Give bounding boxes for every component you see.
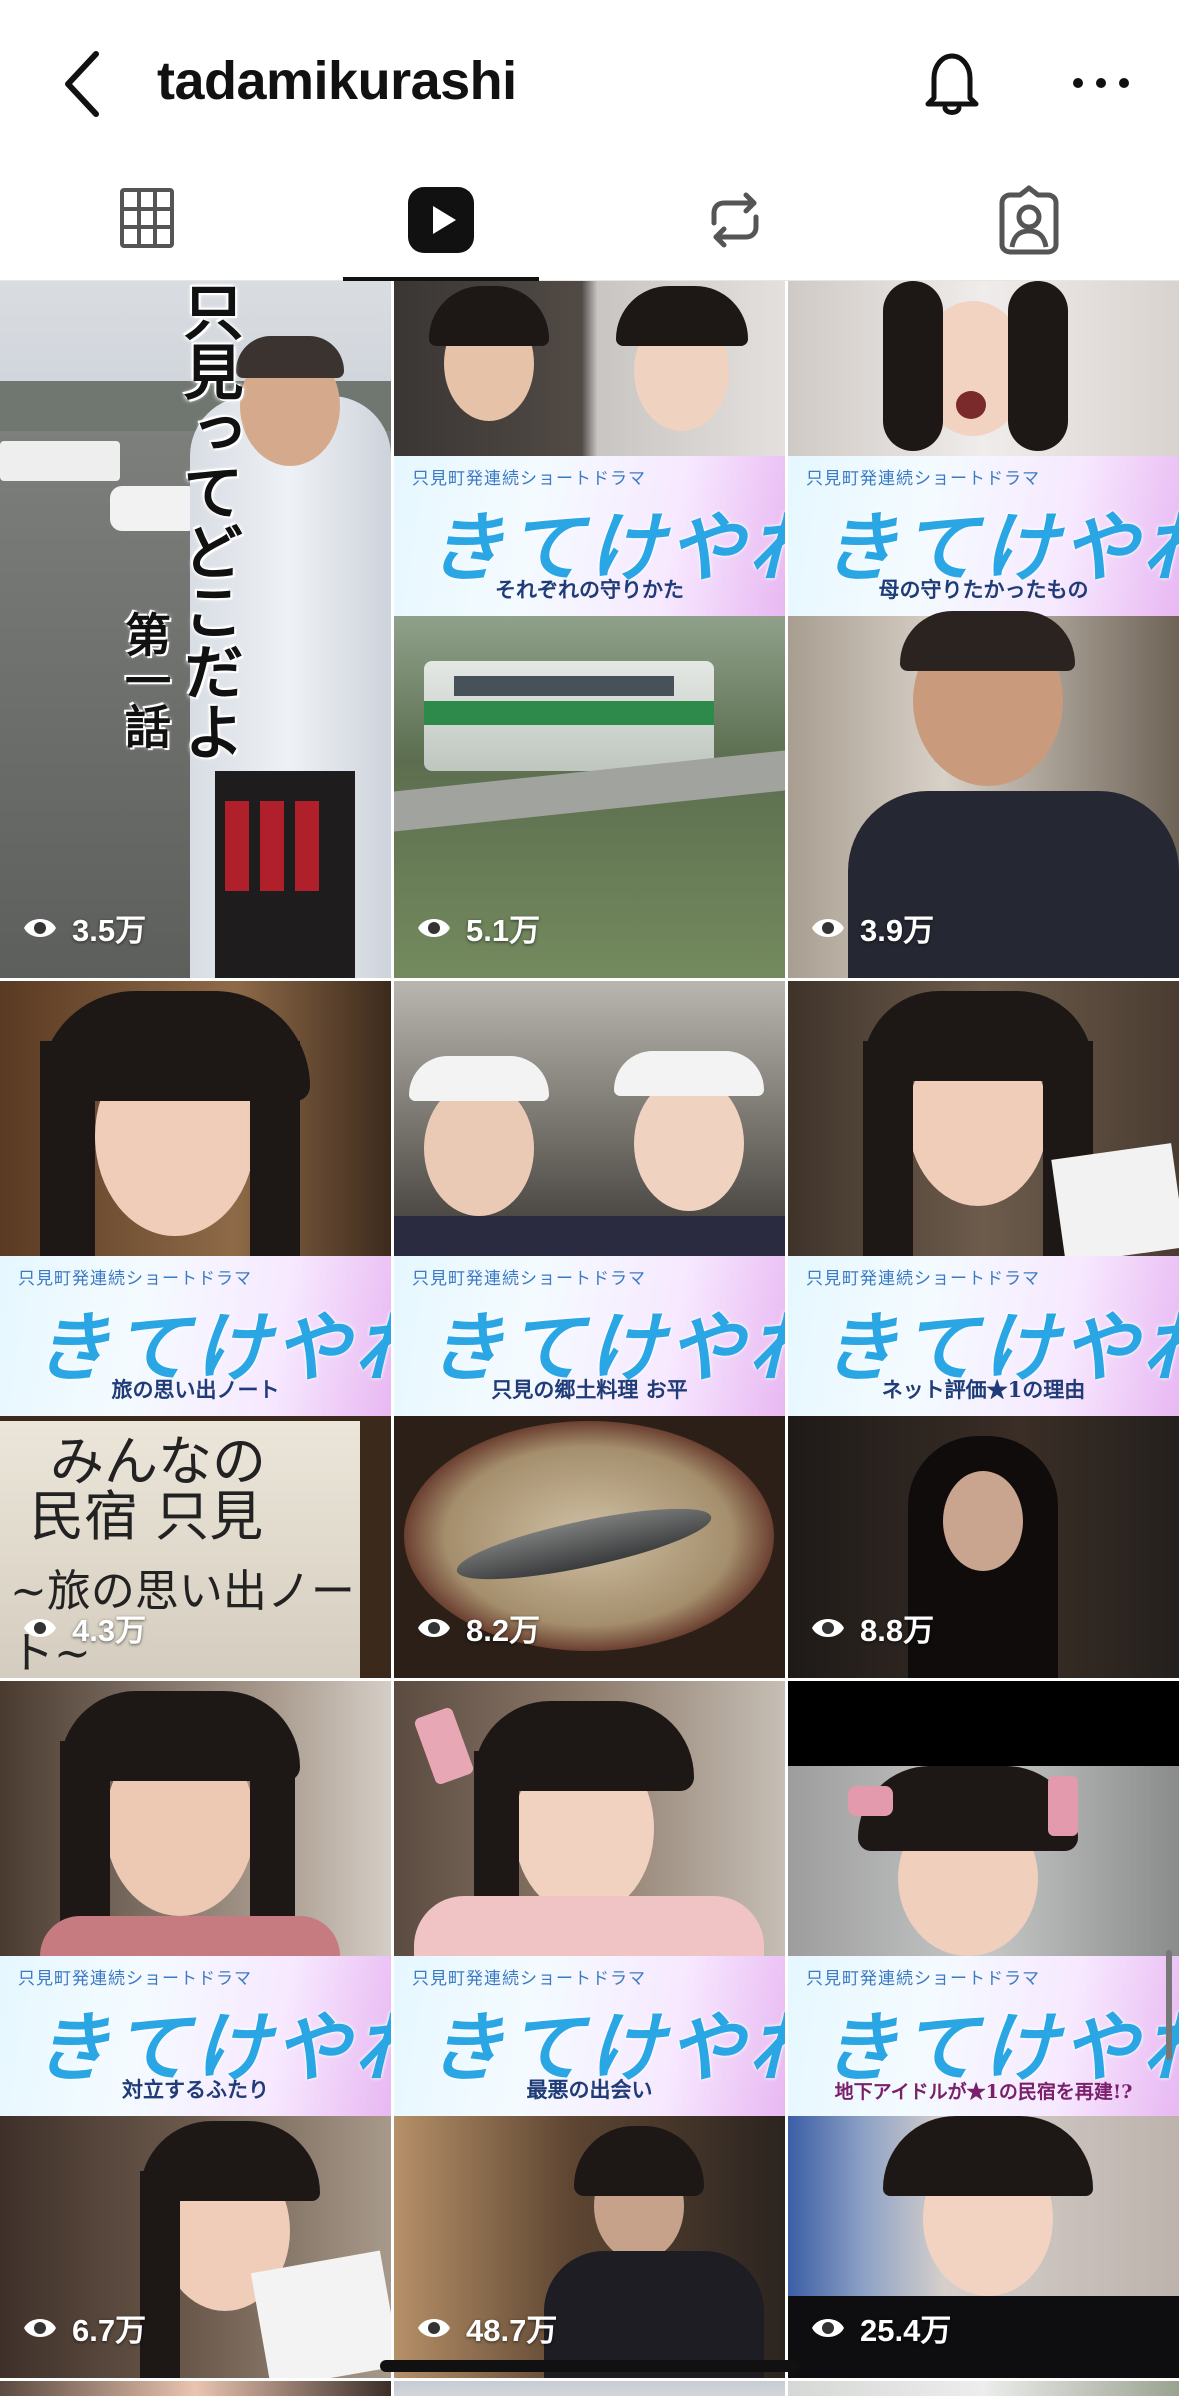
reel-thumbnail[interactable]: 只見町発連続ショートドラマ きてけやれ! それぞれの守りかた 5.1万 xyxy=(394,281,785,978)
view-count: 5.1万 xyxy=(416,905,540,950)
reel-thumbnail[interactable]: 只見町発連続ショートドラマ きてけやれ! 地下アイドルが★1の民宿を再建!? 2… xyxy=(788,1681,1179,2378)
tagged-user-icon xyxy=(999,185,1059,255)
profile-header: tadamikurashi xyxy=(0,0,1179,165)
repost-icon xyxy=(711,192,759,248)
drama-title-banner: 只見町発連続ショートドラマ きてけやれ! ネット評価★1の理由 xyxy=(788,1256,1179,1416)
drama-title-banner: 只見町発連続ショートドラマ きてけやれ! 只見の郷土料理 お平 xyxy=(394,1256,785,1416)
reel-thumbnail[interactable] xyxy=(0,2381,391,2396)
eye-icon xyxy=(418,2318,450,2337)
reels-icon xyxy=(408,187,474,253)
drama-title-banner: 只見町発連続ショートドラマ きてけやれ! 母の守りたかったもの xyxy=(788,456,1179,616)
notebook-text: 民宿 只見 xyxy=(30,1485,264,1548)
reel-thumbnail[interactable]: 只見町発連続ショートドラマ きてけやれ! 最悪の出会い 48.7万 xyxy=(394,1681,785,2378)
home-indicator[interactable] xyxy=(380,2360,800,2372)
reel-thumbnail[interactable]: 只見ってどこだよ 第一話 3.5万 xyxy=(0,281,391,978)
eye-icon xyxy=(24,918,56,937)
reels-grid: 只見ってどこだよ 第一話 3.5万 只見町発連続ショートドラマ きてけやれ! そ… xyxy=(0,281,1179,2396)
notebook-text: みんなの xyxy=(50,1430,266,1493)
view-count: 3.5万 xyxy=(22,905,146,950)
reel-thumbnail[interactable]: 只見町発連続ショートドラマ きてけやれ! 旅の思い出ノート みんなの 民宿 只見… xyxy=(0,981,391,1678)
banner-episode-title: ネット評価★1の理由 xyxy=(881,1377,1086,1402)
drama-title-banner: 只見町発連続ショートドラマ きてけやれ! それぞれの守りかた xyxy=(394,456,785,616)
view-count: 8.2万 xyxy=(416,1605,540,1650)
profile-tab-bar xyxy=(0,165,1179,281)
view-count: 48.7万 xyxy=(416,2305,557,2350)
view-count: 4.3万 xyxy=(22,1605,146,1650)
view-count-value: 8.8万 xyxy=(860,1613,935,1648)
view-count-value: 8.2万 xyxy=(466,1613,541,1648)
tab-reels[interactable] xyxy=(343,165,539,281)
view-count: 8.8万 xyxy=(810,1605,934,1650)
view-count-value: 3.5万 xyxy=(72,913,147,948)
banner-episode-title: 母の守りたかったもの xyxy=(878,577,1089,602)
banner-episode-title: 地下アイドルが★1の民宿を再建!? xyxy=(834,2081,1133,2103)
reel-thumbnail[interactable]: 只見町発連続ショートドラマ きてけやれ! 母の守りたかったもの 3.9万 xyxy=(788,281,1179,978)
reel-overlay-title: 只見ってどこだよ xyxy=(175,281,242,761)
view-count: 6.7万 xyxy=(22,2305,146,2350)
tab-tagged[interactable] xyxy=(931,165,1127,280)
tab-reposts[interactable] xyxy=(637,165,833,280)
view-count: 25.4万 xyxy=(810,2305,951,2350)
grid-icon xyxy=(120,188,174,248)
eye-icon xyxy=(418,918,450,937)
reel-thumbnail[interactable] xyxy=(788,2381,1179,2396)
scrollbar[interactable] xyxy=(1166,1950,1172,2060)
view-count-value: 25.4万 xyxy=(860,2313,952,2348)
view-count-value: 3.9万 xyxy=(860,913,935,948)
banner-episode-title: それぞれの守りかた xyxy=(495,577,684,602)
banner-episode-title: 対立するふたり xyxy=(122,2077,269,2102)
view-count-value: 5.1万 xyxy=(466,913,541,948)
notification-bell-icon[interactable] xyxy=(912,42,992,122)
banner-episode-title: 旅の思い出ノート xyxy=(111,1377,280,1402)
eye-icon xyxy=(24,2318,56,2337)
reel-thumbnail[interactable] xyxy=(394,2381,785,2396)
eye-icon xyxy=(812,2318,844,2337)
tab-posts-grid[interactable] xyxy=(49,165,245,280)
eye-icon xyxy=(418,1618,450,1637)
view-count: 3.9万 xyxy=(810,905,934,950)
drama-title-banner: 只見町発連続ショートドラマ きてけやれ! 最悪の出会い xyxy=(394,1956,785,2116)
eye-icon xyxy=(24,1618,56,1637)
drama-title-banner: 只見町発連続ショートドラマ きてけやれ! 対立するふたり xyxy=(0,1956,391,2116)
reel-thumbnail[interactable]: 只見町発連続ショートドラマ きてけやれ! 対立するふたり 6.7万 xyxy=(0,1681,391,2378)
drama-title-banner: 只見町発連続ショートドラマ きてけやれ! 旅の思い出ノート xyxy=(0,1256,391,1416)
view-count-value: 4.3万 xyxy=(72,1613,147,1648)
more-options-icon[interactable] xyxy=(1066,58,1136,108)
eye-icon xyxy=(812,1618,844,1637)
view-count-value: 6.7万 xyxy=(72,2313,147,2348)
banner-episode-title: 最悪の出会い xyxy=(526,2077,653,2102)
reel-overlay-episode: 第一話 xyxy=(119,611,171,749)
back-arrow-icon[interactable] xyxy=(52,44,122,124)
reel-thumbnail[interactable]: 只見町発連続ショートドラマ きてけやれ! 只見の郷土料理 お平 8.2万 xyxy=(394,981,785,1678)
reel-thumbnail[interactable]: 只見町発連続ショートドラマ きてけやれ! ネット評価★1の理由 8.8万 xyxy=(788,981,1179,1678)
drama-title-banner: 只見町発連続ショートドラマ きてけやれ! 地下アイドルが★1の民宿を再建!? xyxy=(788,1956,1179,2116)
banner-episode-title: 只見の郷土料理 お平 xyxy=(491,1377,688,1402)
profile-username: tadamikurashi xyxy=(157,51,517,111)
eye-icon xyxy=(812,918,844,937)
view-count-value: 48.7万 xyxy=(466,2313,558,2348)
